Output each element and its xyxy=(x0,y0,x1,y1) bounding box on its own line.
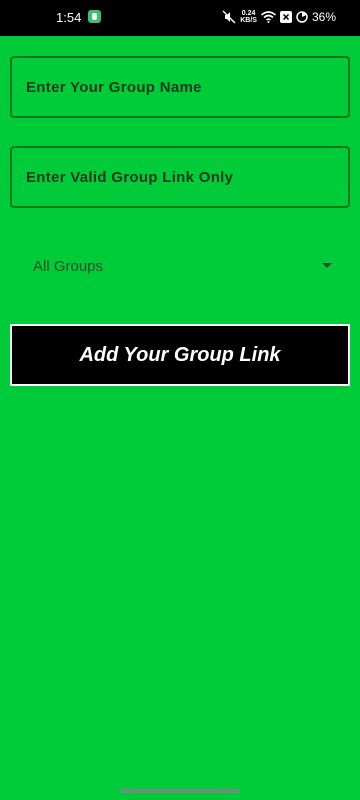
app-notification-icon xyxy=(88,10,101,23)
mute-icon xyxy=(222,10,236,24)
network-speed-unit: KB/S xyxy=(240,17,257,24)
network-speed: 0.24 KB/S xyxy=(240,10,257,24)
group-category-dropdown[interactable]: All Groups xyxy=(10,246,340,286)
wifi-icon xyxy=(260,11,276,23)
group-name-placeholder: Enter Your Group Name xyxy=(26,78,202,96)
battery-percentage: 36% xyxy=(311,10,336,24)
main-content: Enter Your Group Name Enter Valid Group … xyxy=(0,36,360,800)
dropdown-selected-value: All Groups xyxy=(33,257,104,275)
network-speed-value: 0.24 xyxy=(241,10,256,17)
caret-down-icon xyxy=(322,263,332,268)
status-icons: 0.24 KB/S 36% xyxy=(222,9,336,25)
add-group-link-label: Add Your Group Link xyxy=(79,343,281,366)
group-link-placeholder: Enter Valid Group Link Only xyxy=(26,168,234,186)
group-link-input[interactable]: Enter Valid Group Link Only xyxy=(10,146,350,208)
close-box-icon xyxy=(279,11,292,23)
group-name-input[interactable]: Enter Your Group Name xyxy=(10,56,350,118)
gesture-nav-handle[interactable] xyxy=(120,789,240,793)
battery-icon xyxy=(296,11,308,23)
status-bar: 1:54 0.24 KB/S 36% xyxy=(0,0,360,36)
status-time: 1:54 xyxy=(56,10,82,25)
add-group-link-button[interactable]: Add Your Group Link xyxy=(10,324,350,386)
